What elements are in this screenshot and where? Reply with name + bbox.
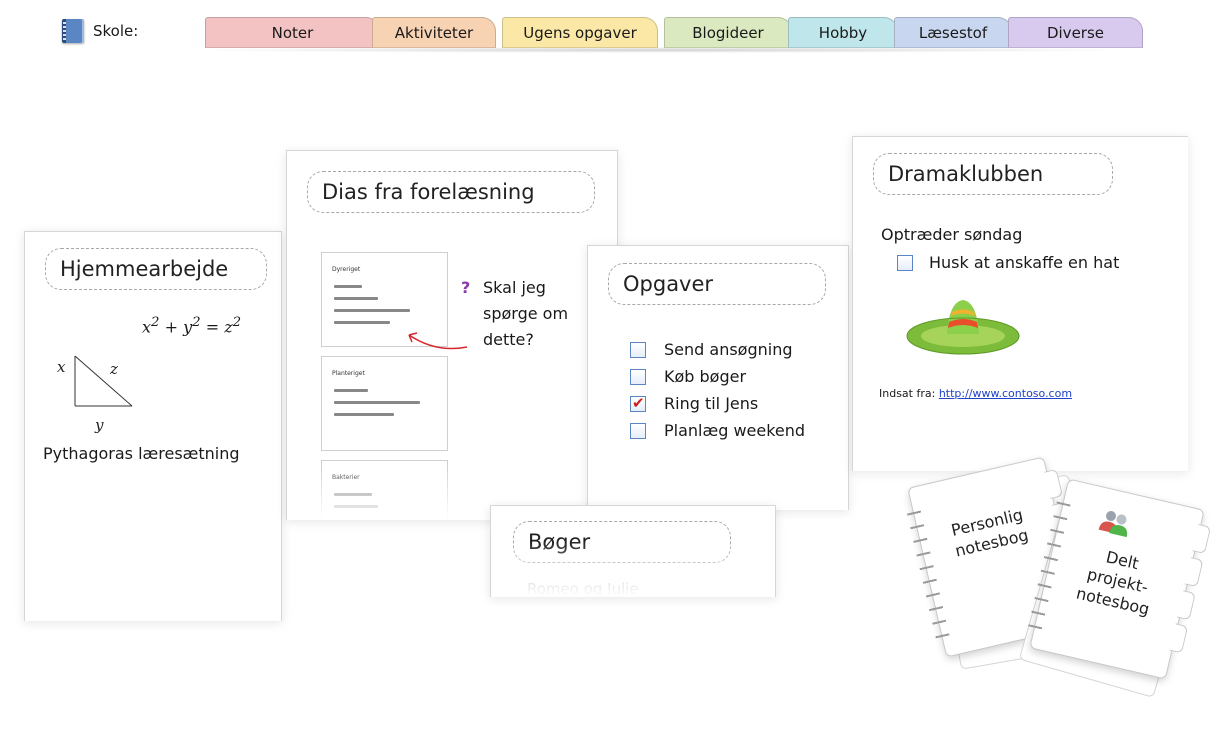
personal-notebook-label: Personlig notesbog xyxy=(949,504,1031,561)
checkbox[interactable] xyxy=(630,341,646,358)
tasks-page[interactable]: Opgaver Send ansøgning Køb bøger Ring ti… xyxy=(587,245,849,510)
tab-ugens-opgaver[interactable]: Ugens opgaver xyxy=(502,17,658,48)
tab-diverse[interactable]: Diverse xyxy=(1008,17,1143,48)
books-page[interactable]: Bøger Romeo og Julie xyxy=(490,505,776,597)
tasks-title: Opgaver xyxy=(608,263,826,305)
triangle-x: x xyxy=(57,358,66,376)
book-item: Romeo og Julie xyxy=(527,580,639,597)
source-line: Indsat fra: http://www.contoso.com xyxy=(879,387,1072,400)
slide-title: Dyreriget xyxy=(332,266,361,273)
checkbox[interactable] xyxy=(630,422,646,439)
tab-blogideer[interactable]: Blogideer xyxy=(664,17,792,48)
homework-page[interactable]: Hjemmearbejde x2 + y2 = z2 x z y Pythago… xyxy=(24,231,282,621)
source-link[interactable]: http://www.contoso.com xyxy=(939,387,1072,400)
lecture-question: Skal jeg spørge om dette? xyxy=(483,278,569,349)
triangle-y: y xyxy=(94,416,104,434)
source-label: Indsat fra: xyxy=(879,387,936,400)
slide-title: Planteriget xyxy=(332,370,365,377)
notebook-label: Skole: xyxy=(93,22,139,40)
books-title: Bøger xyxy=(513,521,731,563)
shared-users-icon xyxy=(1098,511,1128,538)
slide-thumbnail[interactable]: Planteriget xyxy=(321,356,448,451)
shared-notebook-label: Delt projekt- notesbog xyxy=(1074,547,1152,619)
tab-noter[interactable]: Noter xyxy=(205,17,380,48)
notebook-icon xyxy=(62,19,84,43)
slide-title: Bakterier xyxy=(332,474,360,481)
annotation-arrow xyxy=(408,332,468,350)
task-item: Køb bøger xyxy=(630,363,805,390)
triangle-z: z xyxy=(109,360,118,378)
checkbox[interactable] xyxy=(897,254,913,271)
pythagoras-caption: Pythagoras læresætning xyxy=(43,444,240,463)
tab-laesestof[interactable]: Læsestof xyxy=(894,17,1012,48)
drama-subtitle: Optræder søndag xyxy=(881,225,1023,244)
homework-title: Hjemmearbejde xyxy=(45,248,267,290)
question-mark-icon: ? xyxy=(461,278,471,297)
drama-title: Dramaklubben xyxy=(873,153,1113,195)
triangle-figure: x z y xyxy=(57,355,133,434)
task-item: Ring til Jens xyxy=(630,390,805,417)
notebook-selector[interactable]: Skole: xyxy=(62,16,138,46)
pythagoras-equation: x2 + y2 = z2 xyxy=(142,315,242,337)
reminder-label: Husk at anskaffe en hat xyxy=(929,253,1120,272)
lecture-page[interactable]: Dias fra forelæsning Dyreriget Planterig… xyxy=(286,150,618,520)
drama-reminder: Husk at anskaffe en hat xyxy=(897,253,1119,272)
drama-page[interactable]: Dramaklubben Optræder søndag Husk at ans… xyxy=(852,136,1188,471)
shared-notebook[interactable]: Delt projekt- notesbog xyxy=(1026,478,1212,680)
task-label: Køb bøger xyxy=(664,367,747,386)
task-label: Send ansøgning xyxy=(664,340,793,359)
task-label: Ring til Jens xyxy=(664,394,759,413)
tab-aktiviteter[interactable]: Aktiviteter xyxy=(372,17,496,48)
sombrero-image xyxy=(906,300,1020,355)
task-list: Send ansøgning Køb bøger Ring til Jens P… xyxy=(630,336,805,444)
checkbox[interactable] xyxy=(630,368,646,385)
task-item: Planlæg weekend xyxy=(630,417,805,444)
notebook-tabs xyxy=(1168,523,1212,660)
task-item: Send ansøgning xyxy=(630,336,805,363)
task-label: Planlæg weekend xyxy=(664,421,806,440)
section-tabs: Noter Aktiviteter Ugens opgaver Blogidee… xyxy=(205,17,1145,48)
slide-thumbnail[interactable]: Bakterier xyxy=(321,460,448,520)
tab-hobby[interactable]: Hobby xyxy=(788,17,898,48)
checkbox-checked[interactable] xyxy=(630,394,646,412)
lecture-title: Dias fra forelæsning xyxy=(307,171,595,213)
